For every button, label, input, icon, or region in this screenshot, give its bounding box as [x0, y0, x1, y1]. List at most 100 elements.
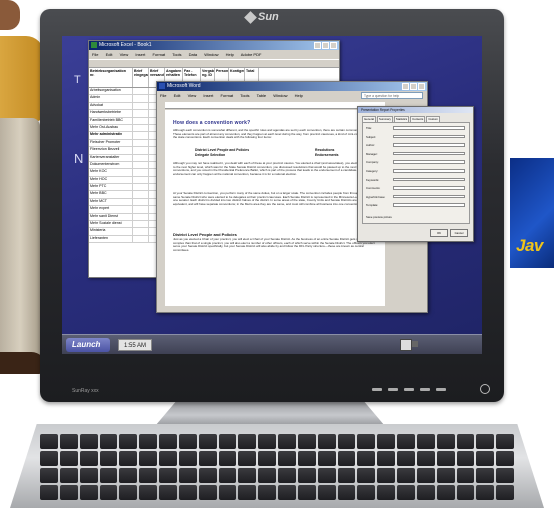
table-cell[interactable]	[133, 147, 149, 154]
table-cell[interactable]: Mehr Ost-Ausbau	[89, 124, 133, 132]
table-cell[interactable]	[133, 95, 149, 102]
table-cell[interactable]: Flieerrzion Bezzell	[89, 147, 133, 154]
menu-item-window[interactable]: Window	[204, 52, 218, 57]
dialog-field-input[interactable]	[393, 177, 465, 182]
monitor-control-button[interactable]	[388, 388, 398, 391]
maximize-button[interactable]	[322, 42, 329, 49]
table-cell[interactable]: Arbeitsorganisation	[89, 88, 133, 95]
dialog-field-input[interactable]	[393, 134, 465, 139]
menu-item-edit[interactable]: Edit	[106, 52, 113, 57]
menu-item-file[interactable]: File	[92, 52, 98, 57]
table-cell[interactable]: Admin	[89, 95, 133, 102]
table-cell[interactable]: Handwerksbetriebe	[89, 110, 133, 117]
table-cell[interactable]: Mehr sanit Dienst	[89, 213, 133, 221]
dialog-field-input[interactable]	[393, 151, 465, 156]
table-cell[interactable]	[133, 169, 149, 176]
excel-titlebar[interactable]: Microsoft Excel - Book1	[89, 41, 339, 50]
menu-item-insert[interactable]: Insert	[203, 93, 213, 98]
document-page[interactable]: How does a convention work? Although eac…	[165, 110, 385, 306]
table-cell[interactable]	[133, 161, 149, 169]
column-header[interactable]: Betriebsorganisation nr.	[89, 68, 133, 87]
power-button-icon[interactable]	[480, 384, 490, 394]
table-cell[interactable]: Advokat	[89, 102, 133, 110]
monitor-control-button[interactable]	[420, 388, 430, 391]
table-cell[interactable]	[133, 102, 149, 110]
table-cell[interactable]: Mehr HOC	[89, 176, 133, 184]
column-header[interactable]: Brief eingegangen	[133, 68, 149, 87]
tray-icon[interactable]	[412, 341, 418, 347]
table-cell[interactable]	[133, 184, 149, 191]
table-cell[interactable]: Mehr Soziale dienst	[89, 221, 133, 228]
dialog-field-input[interactable]	[393, 126, 465, 130]
table-cell[interactable]: Mehr PTC	[89, 184, 133, 191]
minimize-button[interactable]	[402, 83, 409, 90]
launch-button[interactable]: Launch	[66, 338, 110, 352]
monitor-control-button[interactable]	[404, 388, 414, 391]
menu-item-data[interactable]: Data	[189, 52, 197, 57]
menu-item-file[interactable]: File	[160, 93, 166, 98]
menu-item-format[interactable]: Format	[152, 52, 165, 57]
dialog-field-input[interactable]	[393, 203, 465, 207]
table-cell[interactable]	[133, 213, 149, 221]
cancel-button[interactable]: Cancel	[450, 229, 468, 237]
table-cell[interactable]	[133, 198, 149, 206]
table-cell[interactable]	[133, 221, 149, 228]
keyboard-key	[297, 451, 316, 466]
word-titlebar[interactable]: Microsoft Word	[157, 82, 427, 91]
table-cell[interactable]: Familienbetrieb BBC	[89, 117, 133, 124]
table-cell[interactable]: Mehr expert	[89, 206, 133, 213]
close-button[interactable]	[330, 42, 337, 49]
menu-item-format[interactable]: Format	[220, 93, 233, 98]
table-cell[interactable]	[133, 132, 149, 139]
tray-icon[interactable]	[400, 339, 412, 351]
table-cell[interactable]	[133, 139, 149, 147]
table-cell[interactable]	[133, 235, 149, 243]
dialog-field-input[interactable]	[393, 194, 465, 199]
table-cell[interactable]	[133, 176, 149, 184]
close-button[interactable]	[418, 83, 425, 90]
table-cell[interactable]: Mehr KOC	[89, 169, 133, 176]
table-cell[interactable]	[133, 124, 149, 132]
table-cell[interactable]: Dokumentenstrom	[89, 161, 133, 169]
dialog-field-input[interactable]	[393, 169, 465, 173]
table-cell[interactable]	[133, 228, 149, 235]
menu-item-insert[interactable]: Insert	[135, 52, 145, 57]
table-cell[interactable]: Kartenveranstalter	[89, 154, 133, 161]
monitor-control-button[interactable]	[372, 388, 382, 391]
dialog-title[interactable]: Presentation Report Properties	[358, 107, 473, 113]
table-cell[interactable]	[133, 191, 149, 198]
dialog-field-input[interactable]	[393, 186, 465, 190]
table-cell[interactable]	[133, 110, 149, 117]
ruler[interactable]	[165, 102, 385, 109]
table-cell[interactable]	[133, 206, 149, 213]
menu-item-tools[interactable]: Tools	[240, 93, 249, 98]
ok-button[interactable]: OK	[430, 229, 448, 237]
menu-item-tools[interactable]: Tools	[172, 52, 181, 57]
menu-item-adobe-pdf[interactable]: Adobe PDF	[241, 52, 262, 57]
menu-item-help[interactable]: Help	[226, 52, 234, 57]
maximize-button[interactable]	[410, 83, 417, 90]
dialog-field-input[interactable]	[393, 160, 465, 164]
table-cell[interactable]: Mehr MCT	[89, 198, 133, 206]
menu-item-help[interactable]: Help	[295, 93, 303, 98]
menu-item-view[interactable]: View	[188, 93, 197, 98]
excel-toolbar[interactable]	[89, 59, 339, 68]
table-cell[interactable]	[133, 154, 149, 161]
menu-item-edit[interactable]: Edit	[174, 93, 181, 98]
table-cell[interactable]: Mehr administrativ	[89, 132, 133, 139]
dialog-field-input[interactable]	[393, 143, 465, 147]
menu-item-view[interactable]: View	[120, 52, 129, 57]
menu-item-table[interactable]: Table	[257, 93, 267, 98]
save-preview-checkbox[interactable]: Save preview picture	[366, 215, 392, 219]
minimize-button[interactable]	[314, 42, 321, 49]
table-cell[interactable]: Lieferanten	[89, 235, 133, 243]
menu-item-window[interactable]: Window	[273, 93, 287, 98]
table-cell[interactable]: Ministeria	[89, 228, 133, 235]
table-cell[interactable]: Fleischer Promoter	[89, 139, 133, 147]
help-search-input[interactable]: Type a question for help	[361, 92, 423, 99]
table-cell[interactable]: Mehr BBC	[89, 191, 133, 198]
table-cell[interactable]	[133, 88, 149, 95]
properties-dialog[interactable]: Presentation Report Properties General S…	[357, 106, 474, 242]
table-cell[interactable]	[133, 117, 149, 124]
monitor-control-button[interactable]	[436, 388, 446, 391]
